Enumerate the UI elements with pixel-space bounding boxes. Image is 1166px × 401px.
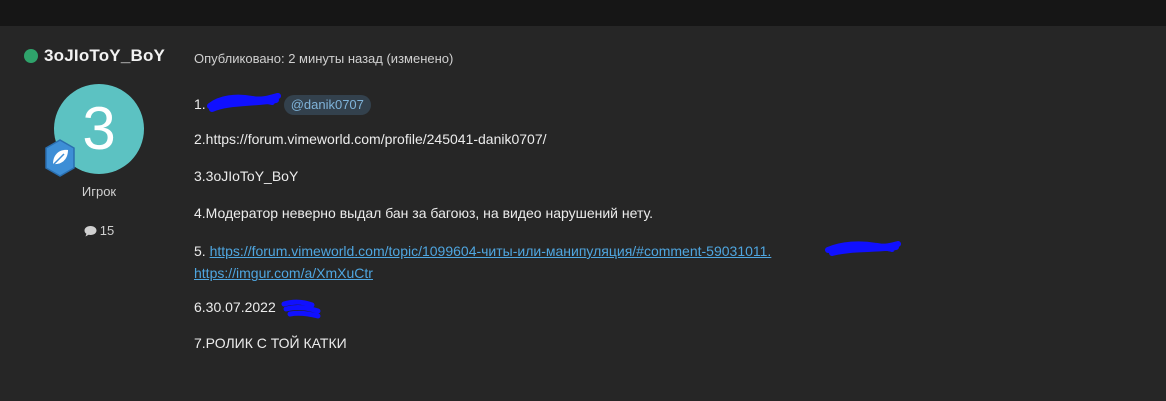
post-line-6: 6.30.07.2022 (194, 299, 276, 315)
top-bar (0, 0, 1166, 26)
author-name-row: 3oJIoToY_BoY (20, 46, 180, 66)
post-meta: Опубликовано: 2 минуты назад (изменено) (194, 51, 454, 66)
redaction-mark (207, 93, 281, 112)
online-status-icon (24, 49, 38, 63)
avatar-letter: 3 (82, 95, 116, 162)
leaf-rank-badge-icon (45, 139, 75, 177)
topic-link[interactable]: https://forum.vimeworld.com/topic/109960… (210, 243, 772, 259)
redaction-mark (281, 299, 321, 319)
redaction-mark (825, 241, 901, 256)
author-role: Игрок (81, 184, 117, 199)
comment-bubble-icon (84, 226, 97, 237)
post-line-2: 2.https://forum.vimeworld.com/profile/24… (194, 131, 547, 147)
user-mention[interactable]: @danik0707 (283, 95, 371, 115)
post-line-3: 3.3oJIoToY_BoY (194, 168, 299, 184)
author-name[interactable]: 3oJIoToY_BoY (44, 46, 165, 66)
post-line-4: 4.Модератор неверно выдал бан за багоюз,… (194, 205, 653, 221)
author-info: 3oJIoToY_BoY (20, 46, 180, 66)
post-count: 15 (54, 223, 144, 238)
post-line-7: 7.РОЛИК С ТОЙ КАТКИ (194, 335, 347, 351)
imgur-link[interactable]: https://imgur.com/a/XmXuCtr (194, 265, 373, 281)
line-5-prefix: 5. (194, 243, 206, 259)
post-count-value: 15 (99, 223, 115, 238)
line-1-prefix: 1. (194, 96, 206, 112)
post-line-5: 5. https://forum.vimeworld.com/topic/109… (194, 240, 771, 284)
